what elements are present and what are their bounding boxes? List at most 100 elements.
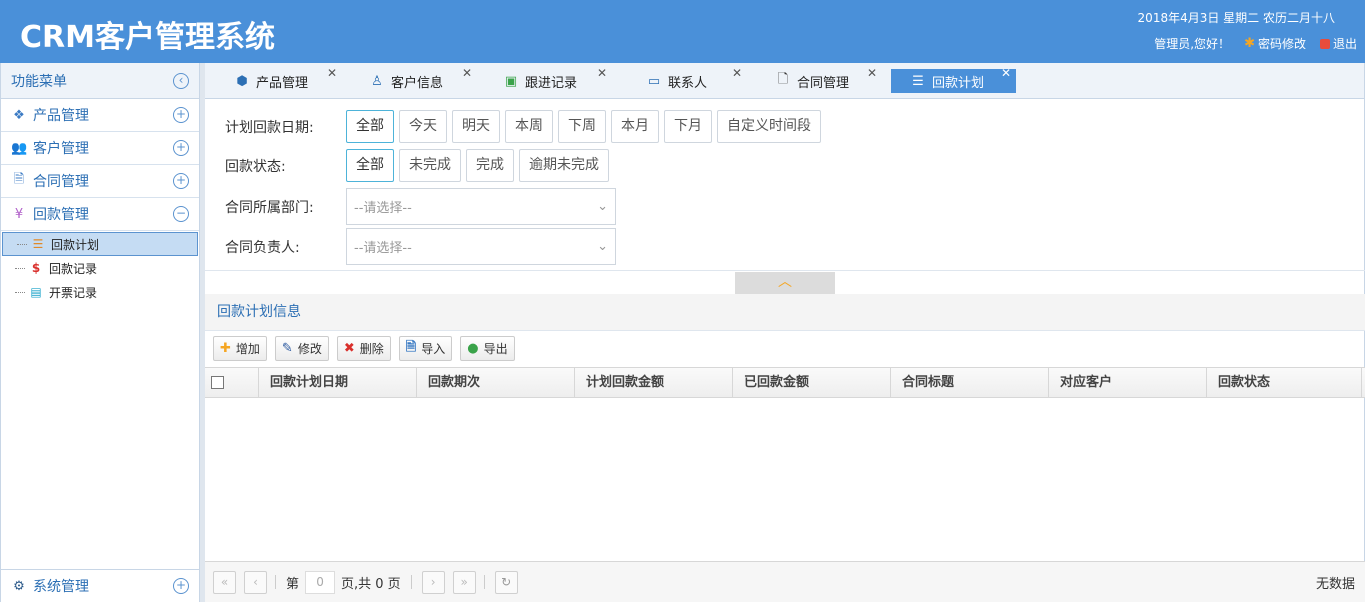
sidebar-item-customer[interactable]: 👥 客户管理 + (1, 132, 199, 165)
date-option-tomorrow[interactable]: 明天 (452, 110, 500, 143)
logout-label: 退出 (1332, 37, 1357, 51)
close-icon[interactable]: ✕ (462, 66, 472, 80)
import-label: 导入 (421, 342, 446, 356)
filter-collapse-button[interactable]: ︿ (735, 272, 835, 294)
column-header-customer[interactable]: 对应客户 (1049, 368, 1207, 397)
filter-panel: 计划回款日期: 全部 今天 明天 本周 下周 本月 下月 自定义时间段 回款状态… (205, 99, 1365, 271)
next-page-button[interactable]: › (421, 570, 445, 594)
date-option-next-week[interactable]: 下周 (558, 110, 606, 143)
select-all-checkbox[interactable] (211, 376, 224, 389)
prev-page-button[interactable]: ‹ (244, 570, 267, 594)
chevron-down-icon: ⌄ (597, 239, 608, 254)
close-icon[interactable]: ✕ (1001, 66, 1011, 80)
tab-customer[interactable]: ♙ 客户信息 ✕ (368, 66, 472, 93)
sidebar-subitem-invoice-record[interactable]: ▤ 开票记录 (1, 280, 199, 304)
add-label: 增加 (235, 342, 260, 356)
import-button[interactable]: 🗎 导入 (398, 336, 453, 361)
tab-followup[interactable]: ▣ 跟进记录 ✕ (502, 66, 607, 93)
column-header-plan-date[interactable]: 回款计划日期 (259, 368, 417, 397)
tab-contact[interactable]: ▭ 联系人 ✕ (645, 66, 742, 93)
sidebar-subitem-payment-plan[interactable]: ☰ 回款计划 (2, 232, 198, 256)
pager-suffix: 页,共 0 页 (341, 576, 401, 592)
dept-select[interactable]: --请选择-- ⌄ (346, 188, 616, 225)
tab-label: 客户信息 (391, 75, 444, 91)
status-option-incomplete[interactable]: 未完成 (399, 149, 461, 182)
data-grid: 回款计划日期 回款期次 计划回款金额 已回款金额 合同标题 对应客户 回款状态 (205, 367, 1365, 398)
sidebar-item-product[interactable]: ❖ 产品管理 + (1, 99, 199, 132)
app-header: CRM客户管理系统 2018年4月3日 星期二 农历二月十八 管理员,您好！ ✱… (0, 0, 1365, 63)
pager-prefix: 第 (286, 576, 300, 592)
sidebar-header: 功能菜单 ‹ (1, 63, 199, 99)
close-icon[interactable]: ✕ (327, 66, 337, 80)
yen-icon: ¥ (14, 206, 24, 222)
column-header-plan-amount[interactable]: 计划回款金额 (575, 368, 733, 397)
owner-select[interactable]: --请选择-- ⌄ (346, 228, 616, 265)
password-change-label: 密码修改 (1257, 37, 1306, 51)
page-number-input[interactable]: 0 (305, 570, 336, 594)
edit-button[interactable]: ✎ 修改 (274, 336, 329, 361)
sidebar-item-label: 系统管理 (33, 579, 89, 595)
date-option-next-month[interactable]: 下月 (664, 110, 712, 143)
import-icon: 🗎 (405, 339, 417, 355)
close-icon[interactable]: ✕ (732, 66, 742, 80)
tab-label: 跟进记录 (525, 75, 578, 91)
sidebar-item-label: 合同管理 (33, 174, 89, 190)
refresh-icon[interactable]: ↻ (494, 570, 518, 594)
sidebar-item-system[interactable]: ⚙ 系统管理 + (1, 569, 199, 602)
filter-status-row: 回款状态: 全部 未完成 完成 逾期未完成 (225, 149, 614, 182)
export-button[interactable]: ● 导出 (460, 336, 515, 361)
tab-label: 联系人 (668, 75, 708, 91)
collapse-sidebar-icon[interactable]: ‹ (173, 72, 189, 89)
date-option-today[interactable]: 今天 (399, 110, 447, 143)
add-button[interactable]: ✚ 增加 (213, 336, 267, 361)
filter-status-label: 回款状态: (225, 158, 286, 175)
list-icon: ☰ (912, 73, 924, 89)
date-option-custom[interactable]: 自定义时间段 (717, 110, 821, 143)
password-change-link[interactable]: ✱ 密码修改 (1244, 35, 1306, 52)
dollar-icon: $ (31, 261, 41, 275)
date-option-this-week[interactable]: 本周 (505, 110, 553, 143)
column-header-status[interactable]: 回款状态 (1207, 368, 1362, 397)
cube-icon: ⬢ (236, 73, 248, 89)
sidebar-item-label: 客户管理 (33, 141, 89, 157)
expand-icon[interactable]: + (173, 107, 189, 123)
tab-product[interactable]: ⬢ 产品管理 ✕ (233, 66, 337, 93)
date-option-all[interactable]: 全部 (346, 110, 394, 143)
date-option-this-month[interactable]: 本月 (611, 110, 659, 143)
tab-contract[interactable]: 🗋 合同管理 ✕ (774, 66, 877, 93)
app-title: CRM客户管理系统 (20, 20, 275, 55)
expand-icon[interactable]: + (173, 140, 189, 156)
no-data-label: 无数据 (1315, 576, 1355, 592)
sidebar-item-payment[interactable]: ¥ 回款管理 − (1, 198, 199, 231)
contact-card-icon: ▭ (647, 73, 661, 89)
column-header-contract-title[interactable]: 合同标题 (891, 368, 1049, 397)
expand-icon[interactable]: + (173, 578, 189, 594)
export-icon: ● (467, 341, 479, 356)
close-icon[interactable]: ✕ (597, 66, 607, 80)
asterisk-icon: ✱ (1244, 36, 1255, 51)
tab-payment-plan[interactable]: ☰ 回款计划 ✕ (891, 66, 1016, 93)
sidebar-item-contract[interactable]: 🗎 合同管理 + (1, 165, 199, 198)
first-page-button[interactable]: « (213, 570, 236, 594)
status-option-all[interactable]: 全部 (346, 149, 394, 182)
collapse-icon[interactable]: − (173, 206, 189, 222)
sidebar-subitem-payment-record[interactable]: $ 回款记录 (1, 256, 199, 280)
filter-owner-label: 合同负责人: (225, 239, 300, 256)
last-page-button[interactable]: » (452, 570, 476, 594)
select-all-cell (205, 368, 259, 397)
edit-label: 修改 (297, 342, 322, 356)
tab-label: 回款计划 (932, 75, 985, 91)
logout-link[interactable]: 退出 (1319, 35, 1357, 52)
followup-icon: ▣ (504, 73, 518, 89)
list-icon: ☰ (32, 237, 44, 251)
close-icon[interactable]: ✕ (867, 66, 877, 80)
plus-icon: ✚ (220, 341, 231, 356)
filter-date-label: 计划回款日期: (225, 119, 314, 136)
column-header-period[interactable]: 回款期次 (417, 368, 575, 397)
column-header-paid-amount[interactable]: 已回款金额 (733, 368, 891, 397)
delete-button[interactable]: ✖ 删除 (336, 336, 391, 361)
status-option-overdue[interactable]: 逾期未完成 (519, 149, 609, 182)
expand-icon[interactable]: + (173, 173, 189, 189)
status-option-complete[interactable]: 完成 (466, 149, 514, 182)
header-date: 2018年4月3日 星期二 农历二月十八 (1137, 11, 1335, 25)
